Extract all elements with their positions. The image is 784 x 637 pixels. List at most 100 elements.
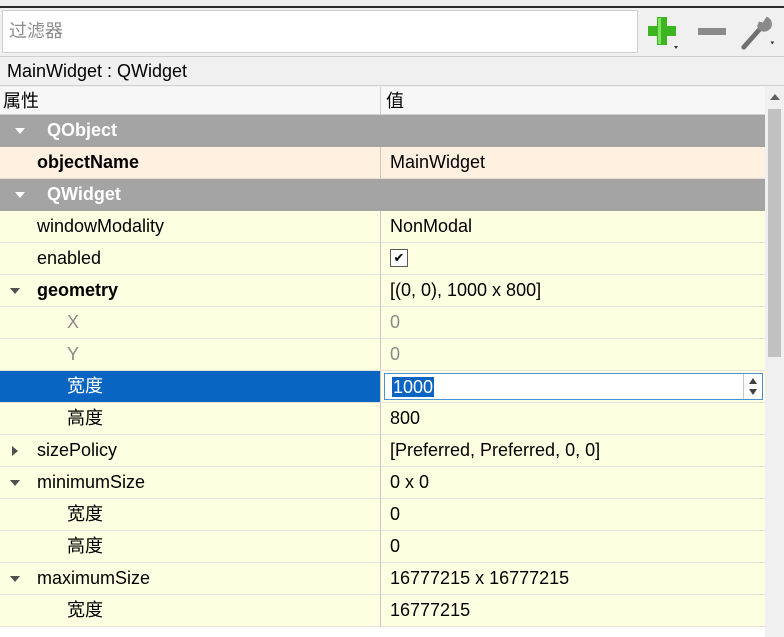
property-value-cell[interactable]: 0 — [381, 307, 765, 338]
value-spinbox[interactable]: 1000 — [384, 373, 763, 400]
property-value-cell[interactable]: 16777215 — [381, 595, 765, 626]
sub-property-row[interactable]: Y0 — [0, 339, 765, 371]
property-name-cell[interactable]: 高度 — [0, 531, 381, 562]
property-name: X — [67, 312, 80, 332]
property-value: MainWidget — [390, 152, 486, 172]
sub-property-row[interactable]: 宽度 16777215 — [0, 595, 765, 627]
property-name: enabled — [37, 248, 102, 268]
scroll-up-icon — [769, 94, 780, 100]
property-value-cell[interactable]: 800 — [381, 403, 765, 434]
property-value-cell[interactable]: 16777215 x 16777215 — [381, 563, 765, 594]
enabled-checkbox[interactable]: ✔ — [390, 248, 408, 267]
property-name-cell[interactable]: geometry — [0, 275, 381, 306]
section-label: QObject — [47, 120, 118, 140]
property-name-cell[interactable]: Y — [0, 339, 381, 370]
property-value: 0 x 0 — [390, 472, 430, 492]
table-header: 属性 值 — [0, 87, 765, 115]
expand-arrow-down-icon — [10, 287, 20, 294]
property-value-cell[interactable]: 0 x 0 — [381, 467, 765, 498]
property-name: 宽度 — [67, 376, 103, 396]
header-value[interactable]: 值 — [381, 87, 765, 115]
section-toggle[interactable] — [10, 179, 30, 210]
property-row[interactable]: objectName MainWidget — [0, 147, 765, 179]
property-value-cell[interactable]: 0 — [381, 499, 765, 530]
property-name-cell[interactable]: 宽度 — [0, 499, 381, 530]
property-name: windowModality — [37, 216, 165, 236]
section-label: QWidget — [47, 184, 121, 204]
property-name-cell[interactable]: 高度 — [0, 403, 381, 434]
property-name-cell[interactable]: objectName — [0, 147, 381, 178]
header-property[interactable]: 属性 — [0, 87, 381, 115]
property-name-cell[interactable]: maximumSize — [0, 563, 381, 594]
property-row[interactable]: minimumSize 0 x 0 — [0, 467, 765, 499]
property-name: 宽度 — [67, 600, 103, 620]
property-value-cell[interactable]: NonModal — [381, 211, 765, 242]
property-name-cell[interactable]: 宽度 — [0, 595, 381, 626]
expand-arrow-down-icon — [10, 479, 20, 486]
expand-arrow-down-icon — [10, 575, 20, 582]
property-name: geometry — [37, 280, 119, 300]
property-toggle[interactable] — [5, 563, 25, 594]
spinbox-value[interactable]: 1000 — [392, 377, 435, 397]
property-name: 高度 — [67, 408, 103, 428]
property-toggle[interactable] — [5, 275, 25, 306]
wrench-icon — [741, 16, 775, 50]
top-border — [0, 0, 784, 8]
scroll-up-button[interactable] — [765, 87, 784, 107]
property-toggle[interactable] — [5, 467, 25, 498]
property-row[interactable]: windowModality NonModal — [0, 211, 765, 243]
section-row[interactable]: QObject — [0, 115, 765, 147]
property-name: maximumSize — [37, 568, 151, 588]
expand-arrow-down-icon — [15, 127, 25, 134]
property-value-cell[interactable]: [(0, 0), 1000 x 800] — [381, 275, 765, 306]
property-name: minimumSize — [37, 472, 146, 492]
scrollbar-thumb[interactable] — [768, 109, 781, 357]
expand-arrow-down-icon — [15, 191, 25, 198]
property-row[interactable]: sizePolicy [Preferred, Preferred, 0, 0] — [0, 435, 765, 467]
property-table: 属性 值 QObject objectName MainWidget QWidget w… — [0, 87, 765, 637]
section-toggle[interactable] — [10, 115, 30, 146]
property-name-cell[interactable]: enabled — [0, 243, 381, 274]
property-name-cell[interactable]: X — [0, 307, 381, 338]
filter-input[interactable] — [3, 11, 637, 52]
property-toggle[interactable] — [5, 435, 25, 466]
vertical-scrollbar[interactable] — [765, 87, 784, 637]
property-name-cell[interactable]: QObject — [0, 115, 765, 146]
property-name-cell[interactable]: QWidget — [0, 179, 765, 210]
sub-property-row[interactable]: 宽度 0 — [0, 499, 765, 531]
add-property-button[interactable] — [642, 12, 682, 52]
property-name-cell[interactable]: windowModality — [0, 211, 381, 242]
property-value-cell[interactable]: [Preferred, Preferred, 0, 0] — [381, 435, 765, 466]
sub-property-row[interactable]: 高度 800 — [0, 403, 765, 435]
remove-property-button[interactable] — [692, 12, 732, 52]
sub-property-row[interactable]: X0 — [0, 307, 765, 339]
property-name-cell[interactable]: 宽度 — [0, 371, 381, 402]
property-name: objectName — [37, 152, 140, 172]
property-value: 16777215 — [390, 600, 471, 620]
spin-arrows-icon — [749, 378, 757, 395]
property-value: 0 — [390, 536, 401, 556]
remove-icon — [698, 28, 726, 35]
property-value: [(0, 0), 1000 x 800] — [390, 280, 542, 300]
sub-property-row[interactable]: 高度 0 — [0, 531, 765, 563]
property-value-cell[interactable]: ✔ — [381, 243, 765, 274]
filter-box[interactable] — [2, 10, 638, 53]
property-name-cell[interactable]: minimumSize — [0, 467, 381, 498]
property-value-cell[interactable]: 0 — [381, 531, 765, 562]
spinbox-buttons[interactable] — [743, 374, 762, 399]
property-name: 宽度 — [67, 504, 103, 524]
property-name: 高度 — [67, 536, 103, 556]
property-name-cell[interactable]: sizePolicy — [0, 435, 381, 466]
configure-button[interactable] — [738, 12, 778, 52]
property-value-cell[interactable]: 0 — [381, 339, 765, 370]
property-name: sizePolicy — [37, 440, 118, 460]
property-name: Y — [67, 344, 80, 364]
property-row[interactable]: enabled ✔ — [0, 243, 765, 275]
property-row[interactable]: geometry [(0, 0), 1000 x 800] — [0, 275, 765, 307]
property-row[interactable]: maximumSize 16777215 x 16777215 — [0, 563, 765, 595]
property-value: 800 — [390, 408, 421, 428]
property-value-cell[interactable]: MainWidget — [381, 147, 765, 178]
section-row[interactable]: QWidget — [0, 179, 765, 211]
property-value: 16777215 x 16777215 — [390, 568, 570, 588]
sub-property-row[interactable]: 宽度 1000 — [0, 371, 765, 403]
